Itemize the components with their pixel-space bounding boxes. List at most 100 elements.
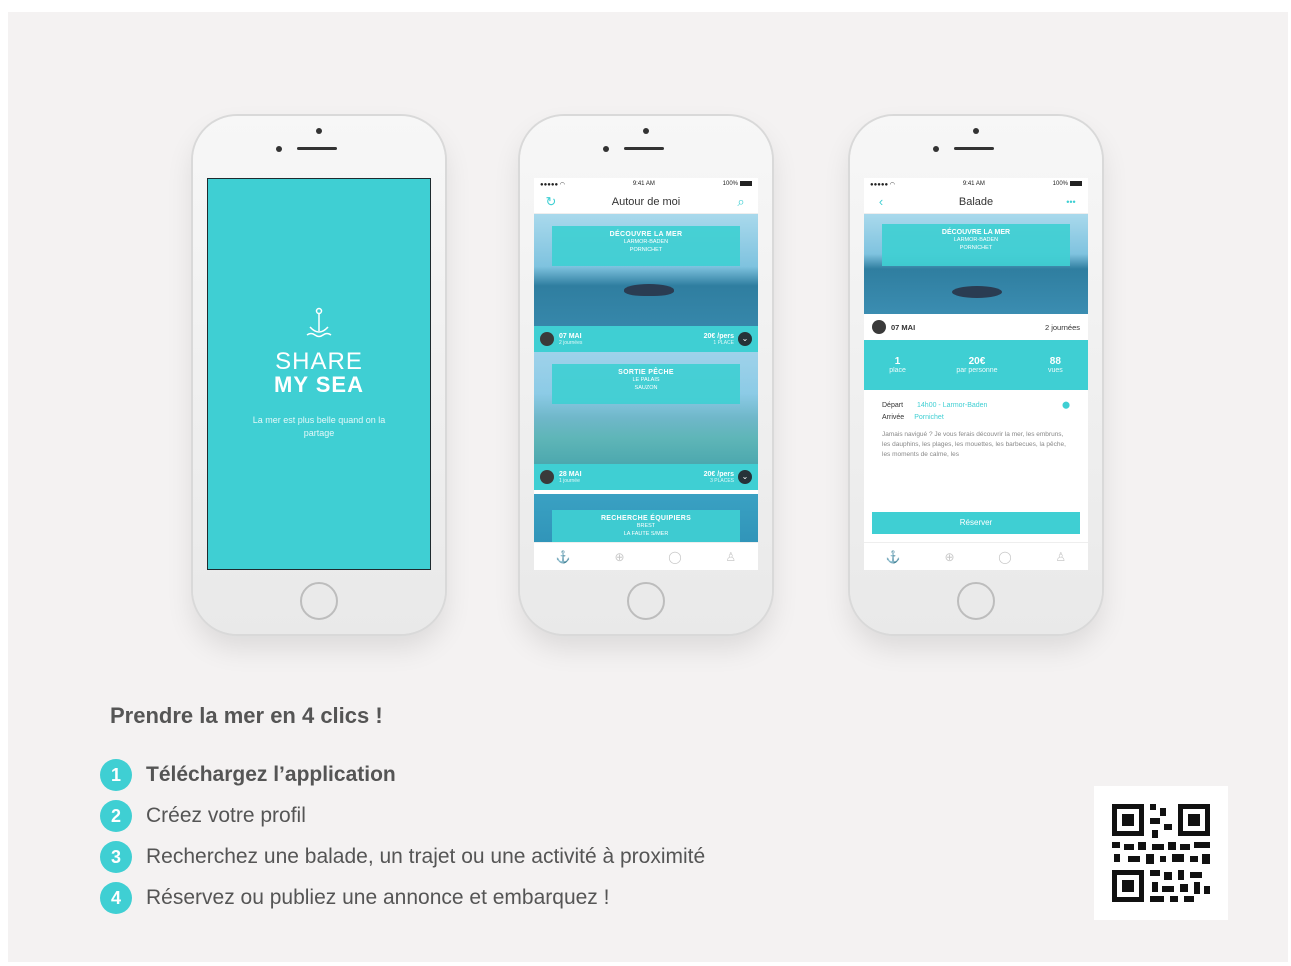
phone-sensor	[643, 128, 649, 134]
step-number: 2	[100, 799, 132, 832]
page-title: Balade	[958, 195, 994, 208]
card-from: LE PALAIS	[632, 377, 660, 383]
tab-bar: ⚓ ⊕ ◯ ♙	[864, 542, 1088, 570]
step-text: Réservez ou publiez une annonce et embar…	[146, 885, 610, 909]
signal-icon: ●●●●● ◠	[870, 181, 896, 188]
card-places: 1 PLACE	[713, 339, 734, 346]
step-item: 1 Téléchargez l’application	[100, 754, 705, 795]
arrivee-value: Pornichet	[914, 414, 944, 421]
step-number: 4	[100, 881, 132, 914]
anchor-logo-icon	[302, 307, 336, 346]
card-title: DÉCOUVRE LA MER	[609, 231, 683, 238]
chevron-down-icon[interactable]: ⌄	[738, 332, 752, 346]
steps-list: 1 Téléchargez l’application 2 Créez votr…	[100, 754, 705, 918]
card-title-box: DÉCOUVRE LA MER LARMOR-BADEN PORNICHET	[882, 224, 1070, 266]
card-title-box: DÉCOUVRE LA MER LARMOR-BADEN PORNICHET	[552, 226, 740, 266]
refresh-icon[interactable]: ↻	[542, 194, 560, 210]
status-time: 9:41 AM	[962, 181, 985, 187]
card-to: PORNICHET	[629, 247, 663, 253]
status-time: 9:41 AM	[632, 181, 655, 187]
home-button[interactable]	[957, 582, 995, 620]
pin-icon[interactable]: ⬤	[1062, 400, 1070, 412]
phone-splash: SHARE MY SEA La mer est plus belle quand…	[193, 116, 445, 634]
stat-views: 88 vues	[1047, 356, 1063, 374]
step-item: 3 Recherchez une balade, un trajet ou un…	[100, 836, 705, 877]
brand-my-sea: MY SEA	[274, 372, 364, 397]
phone-speaker	[297, 147, 337, 150]
phone-camera	[933, 146, 939, 152]
step-text: Recherchez une balade, un trajet ou une …	[146, 844, 706, 868]
splash-tagline: La mer est plus belle quand on la partag…	[252, 415, 386, 438]
tab-add-icon[interactable]: ⊕	[944, 550, 954, 564]
card-from: LARMOR-BADEN	[623, 239, 669, 245]
ride-image: DÉCOUVRE LA MER LARMOR-BADEN PORNICHET	[864, 214, 1088, 314]
card-price: 20€ /pers	[703, 470, 734, 478]
card-from: BREST	[636, 523, 656, 529]
nav-bar: ‹ Balade •••	[864, 190, 1088, 214]
phone-detail: ●●●●● ◠ 9:41 AM 100% ‹ Balade ••• DÉCOUV…	[850, 116, 1102, 634]
tab-chat-icon[interactable]: ◯	[668, 550, 681, 564]
back-chevron-icon[interactable]: ‹	[872, 194, 890, 209]
tab-anchor-icon[interactable]: ⚓	[886, 550, 901, 564]
step-number: 1	[100, 758, 132, 791]
phone-speaker	[624, 147, 664, 150]
tab-chat-icon[interactable]: ◯	[998, 550, 1011, 564]
reserve-button[interactable]: Réserver	[872, 512, 1080, 534]
battery-icon	[740, 180, 752, 186]
phone-camera	[276, 146, 282, 152]
more-icon[interactable]: •••	[1062, 197, 1080, 207]
card-places: 3 PLACES	[710, 477, 734, 484]
list-screen: ●●●●● ◠ 9:41 AM 100% ↻ Autour de moi ⌕ D…	[534, 178, 758, 570]
card-date: 28 MAI	[559, 470, 582, 478]
step-text: Téléchargez l’application	[146, 762, 396, 786]
card-date: 07 MAI	[559, 332, 582, 340]
phone-sensor	[316, 128, 322, 134]
battery-icon	[1070, 180, 1082, 186]
ride-card[interactable]: DÉCOUVRE LA MER LARMOR-BADEN PORNICHET 0…	[534, 214, 758, 352]
ride-stats: 1 place 20€ par personne 88 vues	[864, 340, 1088, 390]
home-button[interactable]	[627, 582, 665, 620]
qr-code-icon[interactable]	[1094, 786, 1228, 920]
card-to: SAUZON	[634, 385, 658, 391]
depart-value: 14h00 - Larmor-Baden	[917, 402, 988, 409]
arrivee-label: Arrivée	[882, 414, 905, 421]
card-title: DÉCOUVRE LA MER	[941, 229, 1011, 236]
depart-label: Départ	[882, 402, 904, 409]
card-to: PORNICHET	[959, 245, 993, 251]
status-bar: ●●●●● ◠ 9:41 AM 100%	[864, 178, 1088, 190]
status-bar: ●●●●● ◠ 9:41 AM 100%	[534, 178, 758, 190]
chevron-down-icon[interactable]: ⌄	[738, 470, 752, 484]
detail-screen: ●●●●● ◠ 9:41 AM 100% ‹ Balade ••• DÉCOUV…	[864, 178, 1088, 570]
ride-card[interactable]: SORTIE PÊCHE LE PALAIS SAUZON 28 MAI 1 j…	[534, 352, 758, 490]
tab-anchor-icon[interactable]: ⚓	[556, 550, 571, 564]
stat-price: 20€ par personne	[956, 356, 998, 374]
phone-sensor	[973, 128, 979, 134]
step-text: Créez votre profil	[146, 803, 306, 827]
search-icon[interactable]: ⌕	[732, 194, 750, 210]
ride-description: Jamais navigué ? Je vous ferais découvri…	[882, 431, 1066, 458]
card-info-strip: 28 MAI 1 journée 20€ /pers 3 PLACES ⌄	[534, 464, 758, 490]
card-duration: 1 journée	[559, 477, 580, 484]
battery-status: 100%	[723, 180, 752, 187]
phone-speaker	[954, 147, 994, 150]
avatar	[540, 470, 554, 484]
card-info-strip: 07 MAI 2 journées 20€ /pers 1 PLACE ⌄	[534, 326, 758, 352]
avatar	[540, 332, 554, 346]
tab-add-icon[interactable]: ⊕	[614, 550, 624, 564]
ride-duration: 2 journées	[1044, 322, 1080, 332]
tab-bar: ⚓ ⊕ ◯ ♙	[534, 542, 758, 570]
boat-image	[952, 286, 1002, 298]
phone-list: ●●●●● ◠ 9:41 AM 100% ↻ Autour de moi ⌕ D…	[520, 116, 772, 634]
card-duration: 2 journées	[559, 339, 583, 346]
tab-profile-icon[interactable]: ♙	[1055, 550, 1066, 564]
ride-info-row: 07 MAI 2 journées	[864, 314, 1088, 340]
boat-image	[624, 284, 674, 296]
card-to: LA FAUTE S/MER	[623, 531, 669, 537]
card-price: 20€ /pers	[703, 332, 734, 340]
tab-profile-icon[interactable]: ♙	[725, 550, 736, 564]
signal-icon: ●●●●● ◠	[540, 181, 566, 188]
page-title: Autour de moi	[611, 195, 681, 208]
card-title: SORTIE PÊCHE	[618, 369, 674, 376]
home-button[interactable]	[300, 582, 338, 620]
route-info: Départ 14h00 - Larmor-Baden ⬤ Arrivée Porni…	[864, 390, 1088, 424]
